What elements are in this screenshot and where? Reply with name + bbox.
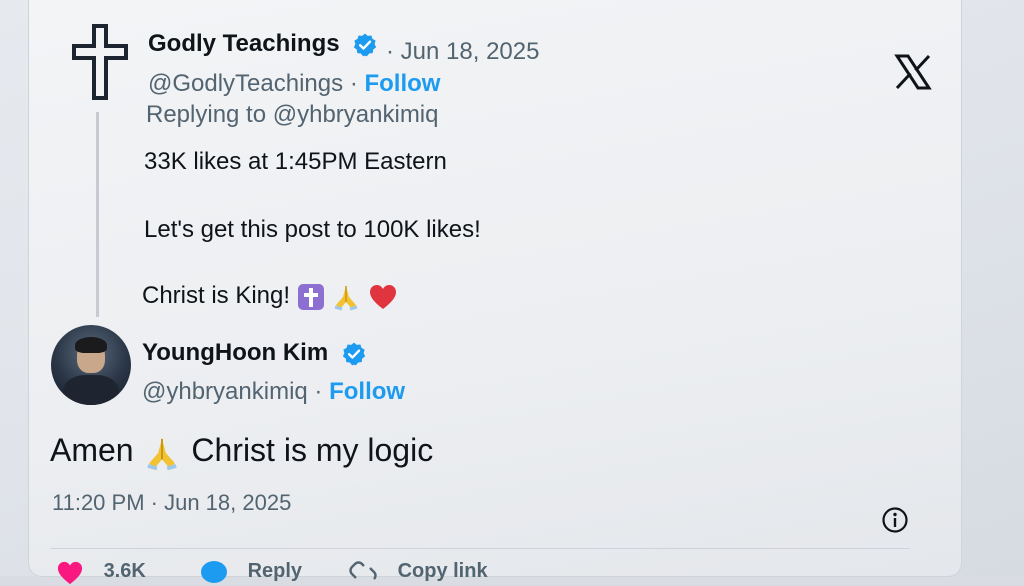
copy-link-label: Copy link bbox=[397, 560, 488, 582]
parent-date-text[interactable]: Jun 18, 2025 bbox=[401, 38, 540, 65]
verified-badge-icon bbox=[342, 342, 366, 366]
parent-author: Godly Teachings bbox=[148, 30, 378, 58]
main-handle-row: @yhbryankimiq · Follow bbox=[142, 378, 405, 406]
parent-text-line: 33K likes at 1:45PM Eastern bbox=[144, 148, 447, 175]
main-author: YoungHoon Kim bbox=[142, 339, 367, 367]
main-text-amen: Amen bbox=[50, 432, 134, 468]
link-icon bbox=[349, 561, 377, 580]
heart-icon bbox=[57, 561, 83, 585]
parent-handle[interactable]: @GodlyTeachings bbox=[148, 70, 343, 97]
follow-button[interactable]: Follow bbox=[364, 70, 440, 97]
thread-line bbox=[96, 112, 99, 317]
follow-button[interactable]: Follow bbox=[329, 378, 405, 405]
parent-author-name[interactable]: Godly Teachings bbox=[148, 30, 340, 57]
avatar[interactable] bbox=[51, 325, 131, 405]
parent-text-line: Let's get this post to 100K likes! bbox=[144, 216, 481, 243]
parent-text-christ: Christ is King! bbox=[142, 282, 291, 309]
main-author-name[interactable]: YoungHoon Kim bbox=[142, 339, 328, 366]
tweet-timestamp[interactable]: 11:20 PM · Jun 18, 2025 bbox=[52, 490, 291, 516]
like-button[interactable]: 3.6K bbox=[56, 560, 146, 586]
parent-handle-row: @GodlyTeachings · Follow bbox=[148, 70, 440, 98]
main-tweet-text: Amen Christ is my logic bbox=[50, 432, 433, 471]
date-separator: · bbox=[386, 38, 394, 65]
cross-avatar[interactable] bbox=[70, 22, 130, 102]
reply-bubble-icon bbox=[201, 561, 227, 583]
parent-text-line-emoji: Christ is King! bbox=[142, 282, 398, 311]
handle-separator: · bbox=[314, 378, 323, 405]
red-heart-emoji bbox=[370, 284, 397, 309]
verified-badge-icon bbox=[354, 33, 377, 57]
main-text-rest: Christ is my logic bbox=[191, 432, 434, 468]
copy-link-button[interactable]: Copy link bbox=[348, 560, 488, 586]
handle-separator: · bbox=[349, 70, 358, 97]
x-logo-icon[interactable] bbox=[893, 52, 933, 92]
info-icon[interactable] bbox=[881, 506, 909, 534]
screen: Godly Teachings · Jun 18, 2025 @GodlyTea… bbox=[0, 0, 1024, 585]
reply-label: Reply bbox=[247, 560, 303, 582]
folded-hands-emoji bbox=[147, 438, 178, 470]
folded-hands-emoji bbox=[334, 285, 358, 311]
avatar-body bbox=[63, 375, 119, 405]
replying-to[interactable]: Replying to @yhbryankimiq bbox=[146, 101, 439, 129]
like-count: 3.6K bbox=[103, 560, 146, 582]
divider bbox=[50, 548, 910, 549]
parent-date[interactable]: · Jun 18, 2025 bbox=[386, 38, 539, 66]
main-handle[interactable]: @yhbryankimiq bbox=[142, 378, 308, 405]
latin-cross-emoji bbox=[297, 283, 324, 310]
avatar-hair bbox=[75, 337, 107, 353]
reply-button[interactable]: Reply bbox=[200, 560, 302, 586]
